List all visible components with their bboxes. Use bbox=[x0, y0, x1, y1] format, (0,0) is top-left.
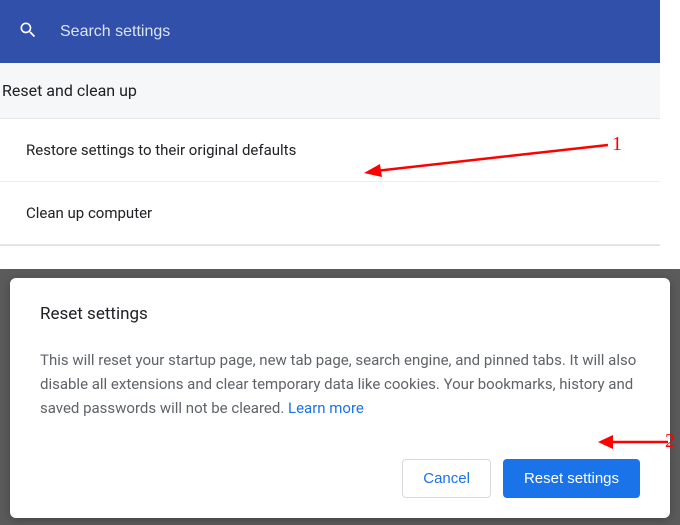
scrollbar-track[interactable] bbox=[660, 0, 680, 269]
reset-settings-button[interactable]: Reset settings bbox=[503, 459, 640, 498]
settings-card: Restore settings to their original defau… bbox=[0, 118, 660, 245]
learn-more-link[interactable]: Learn more bbox=[288, 399, 364, 417]
section-heading: Reset and clean up bbox=[0, 63, 660, 118]
restore-defaults-row[interactable]: Restore settings to their original defau… bbox=[0, 119, 660, 181]
dialog-actions: Cancel Reset settings bbox=[40, 447, 640, 498]
reset-cleanup-section: Reset and clean up Restore settings to t… bbox=[0, 63, 660, 246]
search-bar bbox=[0, 0, 660, 63]
dialog-body: This will reset your startup page, new t… bbox=[40, 348, 640, 420]
search-icon bbox=[18, 20, 38, 44]
cleanup-computer-row[interactable]: Clean up computer bbox=[0, 181, 660, 244]
dialog-title: Reset settings bbox=[40, 304, 640, 324]
reset-settings-dialog: Reset settings This will reset your star… bbox=[10, 278, 670, 518]
search-input[interactable] bbox=[60, 23, 560, 41]
cancel-button[interactable]: Cancel bbox=[402, 459, 491, 498]
